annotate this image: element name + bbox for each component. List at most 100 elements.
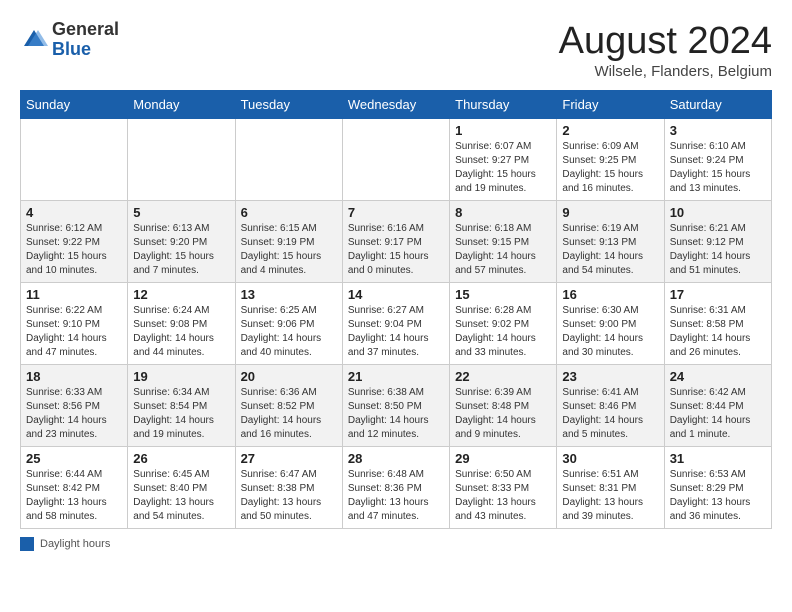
- day-number: 18: [26, 369, 122, 384]
- day-cell-19: 19 Sunrise: 6:34 AM Sunset: 8:54 PM Dayli…: [128, 365, 235, 447]
- day-cell-8: 8Sunrise: 6:18 AM Sunset: 9:15 PM Daylig…: [450, 201, 557, 283]
- day-info: Sunrise: 6:30 AM Sunset: 9:00 PM Dayligh…: [562, 304, 658, 360]
- day-info: Sunrise: 6:10 AM Sunset: 9:24 PM Dayligh…: [670, 140, 766, 196]
- day-info: Sunrise: 6:25 AM Sunset: 9:06 PM Dayligh…: [241, 304, 337, 360]
- weekday-header-saturday: Saturday: [664, 91, 771, 119]
- day-number: 24: [670, 369, 766, 384]
- day-info: Sunrise: 6:22 AM Sunset: 9:10 PM Dayligh…: [26, 304, 122, 360]
- day-cell-6: 6 Sunrise: 6:15 AM Sunset: 9:19 PM Daylig…: [235, 201, 342, 283]
- day-cell-31: 31 Sunrise: 6:53 AM Sunset: 8:29 PM Dayli…: [664, 447, 771, 529]
- day-info: Sunrise: 6:24 AM Sunset: 9:08 PM Dayligh…: [133, 304, 229, 360]
- day-cell-17: 17Sunrise: 6:31 AM Sunset: 8:58 PM Dayli…: [664, 283, 771, 365]
- day-info: Sunrise: 6:09 AM Sunset: 9:25 PM Dayligh…: [562, 140, 658, 196]
- header: General Blue August 2024 Wilsele, Flande…: [20, 20, 772, 80]
- weekday-header-thursday: Thursday: [450, 91, 557, 119]
- day-info: Sunrise: 6:41 AM Sunset: 8:46 PM Dayligh…: [562, 386, 658, 442]
- month-title: August 2024: [559, 20, 772, 63]
- day-cell-empty-3: [342, 119, 449, 201]
- day-info: Sunrise: 6:13 AM Sunset: 9:20 PM Dayligh…: [133, 222, 229, 278]
- day-cell-empty-2: [235, 119, 342, 201]
- day-number: 16: [562, 287, 658, 302]
- day-number: 21: [348, 369, 444, 384]
- day-info: Sunrise: 6:34 AM Sunset: 8:54 PM Dayligh…: [133, 386, 229, 442]
- day-number: 1: [455, 123, 551, 138]
- day-cell-24: 24Sunrise: 6:42 AM Sunset: 8:44 PM Dayli…: [664, 365, 771, 447]
- day-cell-26: 26 Sunrise: 6:45 AM Sunset: 8:40 PM Dayli…: [128, 447, 235, 529]
- weekday-header-tuesday: Tuesday: [235, 91, 342, 119]
- day-cell-5: 5 Sunrise: 6:13 AM Sunset: 9:20 PM Daylig…: [128, 201, 235, 283]
- day-cell-21: 21Sunrise: 6:38 AM Sunset: 8:50 PM Dayli…: [342, 365, 449, 447]
- day-cell-empty-0: [21, 119, 128, 201]
- day-info: Sunrise: 6:27 AM Sunset: 9:04 PM Dayligh…: [348, 304, 444, 360]
- weekday-header-friday: Friday: [557, 91, 664, 119]
- day-info: Sunrise: 6:45 AM Sunset: 8:40 PM Dayligh…: [133, 468, 229, 524]
- day-cell-9: 9 Sunrise: 6:19 AM Sunset: 9:13 PM Daylig…: [557, 201, 664, 283]
- day-info: Sunrise: 6:44 AM Sunset: 8:42 PM Dayligh…: [26, 468, 122, 524]
- weekday-header-wednesday: Wednesday: [342, 91, 449, 119]
- weekday-header-row: SundayMondayTuesdayWednesdayThursdayFrid…: [21, 91, 772, 119]
- day-cell-25: 25 Sunrise: 6:44 AM Sunset: 8:42 PM Dayli…: [21, 447, 128, 529]
- day-number: 7: [348, 205, 444, 220]
- day-number: 17: [670, 287, 766, 302]
- logo: General Blue: [20, 20, 119, 60]
- day-cell-3: 3Sunrise: 6:10 AM Sunset: 9:24 PM Daylig…: [664, 119, 771, 201]
- day-info: Sunrise: 6:07 AM Sunset: 9:27 PM Dayligh…: [455, 140, 551, 196]
- day-cell-23: 23 Sunrise: 6:41 AM Sunset: 8:46 PM Dayli…: [557, 365, 664, 447]
- day-cell-14: 14Sunrise: 6:27 AM Sunset: 9:04 PM Dayli…: [342, 283, 449, 365]
- day-info: Sunrise: 6:16 AM Sunset: 9:17 PM Dayligh…: [348, 222, 444, 278]
- day-number: 2: [562, 123, 658, 138]
- day-cell-22: 22 Sunrise: 6:39 AM Sunset: 8:48 PM Dayli…: [450, 365, 557, 447]
- day-cell-10: 10Sunrise: 6:21 AM Sunset: 9:12 PM Dayli…: [664, 201, 771, 283]
- week-row-4: 18Sunrise: 6:33 AM Sunset: 8:56 PM Dayli…: [21, 365, 772, 447]
- day-info: Sunrise: 6:50 AM Sunset: 8:33 PM Dayligh…: [455, 468, 551, 524]
- day-info: Sunrise: 6:15 AM Sunset: 9:19 PM Dayligh…: [241, 222, 337, 278]
- day-number: 27: [241, 451, 337, 466]
- day-number: 11: [26, 287, 122, 302]
- day-cell-15: 15Sunrise: 6:28 AM Sunset: 9:02 PM Dayli…: [450, 283, 557, 365]
- day-number: 29: [455, 451, 551, 466]
- logo-blue-text: Blue: [52, 40, 119, 60]
- day-number: 31: [670, 451, 766, 466]
- day-number: 22: [455, 369, 551, 384]
- day-cell-20: 20Sunrise: 6:36 AM Sunset: 8:52 PM Dayli…: [235, 365, 342, 447]
- day-info: Sunrise: 6:47 AM Sunset: 8:38 PM Dayligh…: [241, 468, 337, 524]
- day-cell-28: 28 Sunrise: 6:48 AM Sunset: 8:36 PM Dayli…: [342, 447, 449, 529]
- weekday-header-sunday: Sunday: [21, 91, 128, 119]
- day-cell-27: 27 Sunrise: 6:47 AM Sunset: 8:38 PM Dayli…: [235, 447, 342, 529]
- title-area: August 2024 Wilsele, Flanders, Belgium: [559, 20, 772, 80]
- day-number: 23: [562, 369, 658, 384]
- day-info: Sunrise: 6:12 AM Sunset: 9:22 PM Dayligh…: [26, 222, 122, 278]
- logo-general-text: General: [52, 20, 119, 40]
- day-number: 5: [133, 205, 229, 220]
- day-cell-30: 30Sunrise: 6:51 AM Sunset: 8:31 PM Dayli…: [557, 447, 664, 529]
- day-info: Sunrise: 6:36 AM Sunset: 8:52 PM Dayligh…: [241, 386, 337, 442]
- day-cell-16: 16 Sunrise: 6:30 AM Sunset: 9:00 PM Dayli…: [557, 283, 664, 365]
- week-row-3: 11 Sunrise: 6:22 AM Sunset: 9:10 PM Dayli…: [21, 283, 772, 365]
- day-cell-7: 7 Sunrise: 6:16 AM Sunset: 9:17 PM Daylig…: [342, 201, 449, 283]
- day-number: 25: [26, 451, 122, 466]
- day-number: 9: [562, 205, 658, 220]
- daylight-color-box: [20, 537, 34, 551]
- calendar-table: SundayMondayTuesdayWednesdayThursdayFrid…: [20, 90, 772, 529]
- logo-icon: [20, 26, 48, 54]
- day-info: Sunrise: 6:28 AM Sunset: 9:02 PM Dayligh…: [455, 304, 551, 360]
- week-row-1: 1 Sunrise: 6:07 AM Sunset: 9:27 PM Daylig…: [21, 119, 772, 201]
- daylight-label: Daylight hours: [40, 538, 110, 550]
- footer-area: Daylight hours: [20, 537, 772, 551]
- day-cell-29: 29 Sunrise: 6:50 AM Sunset: 8:33 PM Dayli…: [450, 447, 557, 529]
- day-info: Sunrise: 6:39 AM Sunset: 8:48 PM Dayligh…: [455, 386, 551, 442]
- day-number: 8: [455, 205, 551, 220]
- day-number: 28: [348, 451, 444, 466]
- week-row-2: 4Sunrise: 6:12 AM Sunset: 9:22 PM Daylig…: [21, 201, 772, 283]
- day-cell-4: 4Sunrise: 6:12 AM Sunset: 9:22 PM Daylig…: [21, 201, 128, 283]
- day-number: 6: [241, 205, 337, 220]
- day-number: 12: [133, 287, 229, 302]
- day-cell-1: 1 Sunrise: 6:07 AM Sunset: 9:27 PM Daylig…: [450, 119, 557, 201]
- day-number: 26: [133, 451, 229, 466]
- day-number: 19: [133, 369, 229, 384]
- day-info: Sunrise: 6:19 AM Sunset: 9:13 PM Dayligh…: [562, 222, 658, 278]
- day-info: Sunrise: 6:53 AM Sunset: 8:29 PM Dayligh…: [670, 468, 766, 524]
- location-title: Wilsele, Flanders, Belgium: [559, 63, 772, 80]
- day-info: Sunrise: 6:48 AM Sunset: 8:36 PM Dayligh…: [348, 468, 444, 524]
- day-cell-2: 2 Sunrise: 6:09 AM Sunset: 9:25 PM Daylig…: [557, 119, 664, 201]
